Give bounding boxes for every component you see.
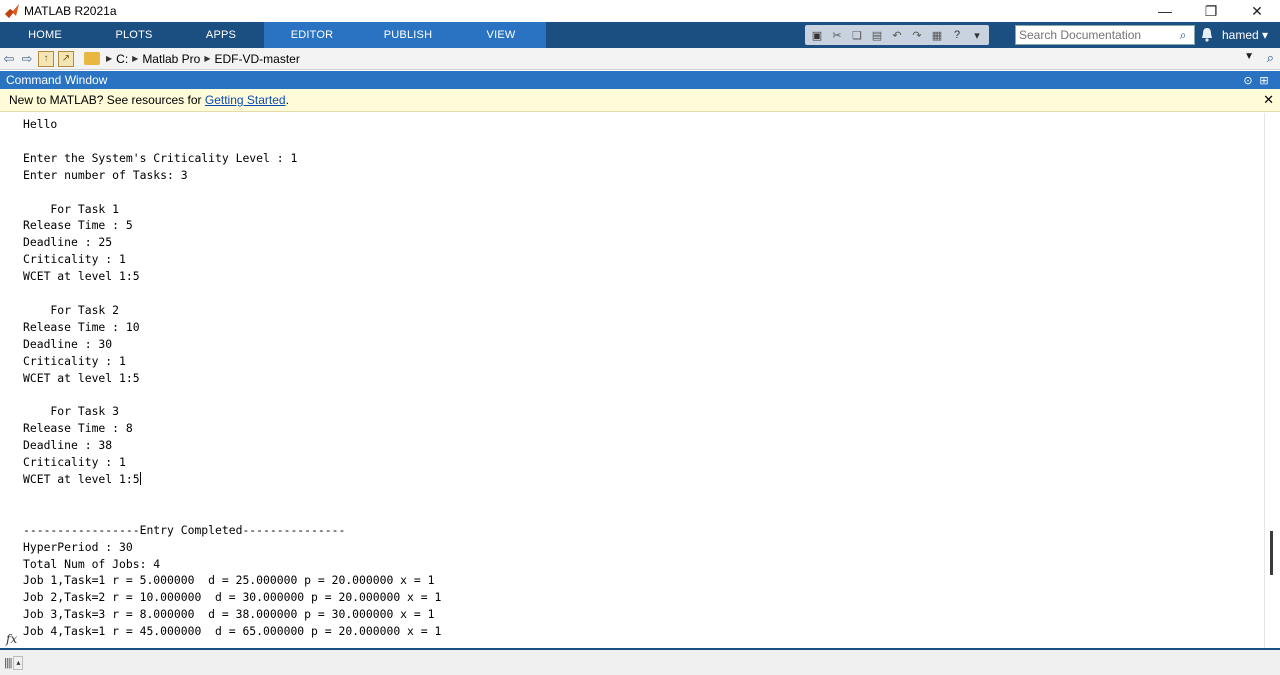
tab-plots[interactable]: PLOTS <box>90 22 178 48</box>
arrow-right-icon[interactable]: ⇨ <box>18 50 36 68</box>
console-text: Hello Enter the System's Criticality Lev… <box>23 117 442 639</box>
cut-icon[interactable]: ✂ <box>828 27 846 43</box>
tab-view[interactable]: VIEW <box>456 22 546 48</box>
arrow-left-icon[interactable]: ⇦ <box>0 50 18 68</box>
tab-editor[interactable]: EDITOR <box>264 22 360 48</box>
minimize-button[interactable]: — <box>1142 0 1188 22</box>
user-menu[interactable]: hamed ▾ <box>1222 28 1268 42</box>
browse-folder-icon[interactable]: ↗ <box>58 50 74 67</box>
current-folder-bar: ⇦ ⇨ ↑ ↗ ▶ C: ▶ Matlab Pro ▶ EDF-VD-maste… <box>0 48 1280 70</box>
matlab-logo <box>5 4 19 18</box>
chevron-down-icon[interactable]: ▼ <box>1244 51 1254 62</box>
bell-icon[interactable] <box>1200 27 1216 43</box>
scrollbar-thumb[interactable] <box>1270 531 1273 575</box>
switch-windows-icon[interactable]: ▦ <box>928 27 946 43</box>
crumb-separator[interactable]: ▶ <box>106 54 112 63</box>
command-window-header: Command Window ⊙ ⊞ <box>0 71 1280 89</box>
search-icon[interactable]: ⌕ <box>1174 26 1192 44</box>
vertical-scrollbar[interactable] <box>1264 113 1280 648</box>
ribbon-tabs: HOME PLOTS APPS EDITOR PUBLISH VIEW <box>0 22 546 48</box>
close-button[interactable]: ✕ <box>1234 0 1280 22</box>
panel-menu-icon[interactable]: ⊙ <box>1240 72 1256 88</box>
ribbon-tab-bar: HOME PLOTS APPS EDITOR PUBLISH VIEW ▣ ✂ … <box>0 22 1280 48</box>
crumb-matlab-pro[interactable]: Matlab Pro <box>142 52 200 66</box>
maximize-panel-icon[interactable]: ⊞ <box>1256 72 1272 88</box>
redo-icon[interactable]: ↷ <box>908 27 926 43</box>
tab-publish[interactable]: PUBLISH <box>360 22 456 48</box>
copy-icon[interactable]: ❏ <box>848 27 866 43</box>
title-bar: MATLAB R2021a — ❐ ✕ <box>0 0 1280 22</box>
help-icon[interactable]: ? <box>948 27 966 43</box>
search-input[interactable] <box>1016 26 1174 44</box>
getting-started-link[interactable]: Getting Started <box>205 93 286 107</box>
search-icon[interactable]: ⌕ <box>1267 50 1274 66</box>
status-bar: |||| ▴ <box>0 650 1280 675</box>
banner-text: New to MATLAB? See resources for Getting… <box>9 93 289 107</box>
crumb-separator[interactable]: ▶ <box>204 54 210 63</box>
undo-icon[interactable]: ↶ <box>888 27 906 43</box>
crumb-separator[interactable]: ▶ <box>132 54 138 63</box>
window-controls: — ❐ ✕ <box>1142 0 1280 22</box>
customize-toolbar-icon[interactable]: ▾ <box>968 27 986 43</box>
save-icon[interactable]: ▣ <box>808 27 826 43</box>
up-folder-icon[interactable]: ↑ <box>38 50 54 67</box>
quick-access-toolbar: ▣ ✂ ❏ ▤ ↶ ↷ ▦ ? ▾ <box>805 25 989 45</box>
chevron-up-icon[interactable]: ▴ <box>13 655 24 670</box>
tab-apps[interactable]: APPS <box>178 22 264 48</box>
search-documentation: ⌕ <box>1015 25 1195 45</box>
text-caret <box>139 472 141 486</box>
crumb-drive[interactable]: C: <box>116 52 128 66</box>
command-window-title: Command Window <box>6 73 108 87</box>
status-grip-icon[interactable]: |||| <box>4 657 13 669</box>
command-window-output[interactable]: Hello Enter the System's Criticality Lev… <box>0 113 1264 648</box>
restore-button[interactable]: ❐ <box>1188 0 1234 22</box>
window-title: MATLAB R2021a <box>24 4 117 18</box>
paste-icon[interactable]: ▤ <box>868 27 886 43</box>
tab-home[interactable]: HOME <box>0 22 90 48</box>
folder-icon <box>84 52 100 65</box>
function-browser-icon[interactable]: fx <box>6 632 17 646</box>
crumb-edf-vd-master[interactable]: EDF-VD-master <box>215 52 300 66</box>
getting-started-banner: New to MATLAB? See resources for Getting… <box>0 89 1280 112</box>
command-window-actions: ⊙ ⊞ <box>1240 72 1272 88</box>
close-icon[interactable]: ✕ <box>1263 92 1274 108</box>
